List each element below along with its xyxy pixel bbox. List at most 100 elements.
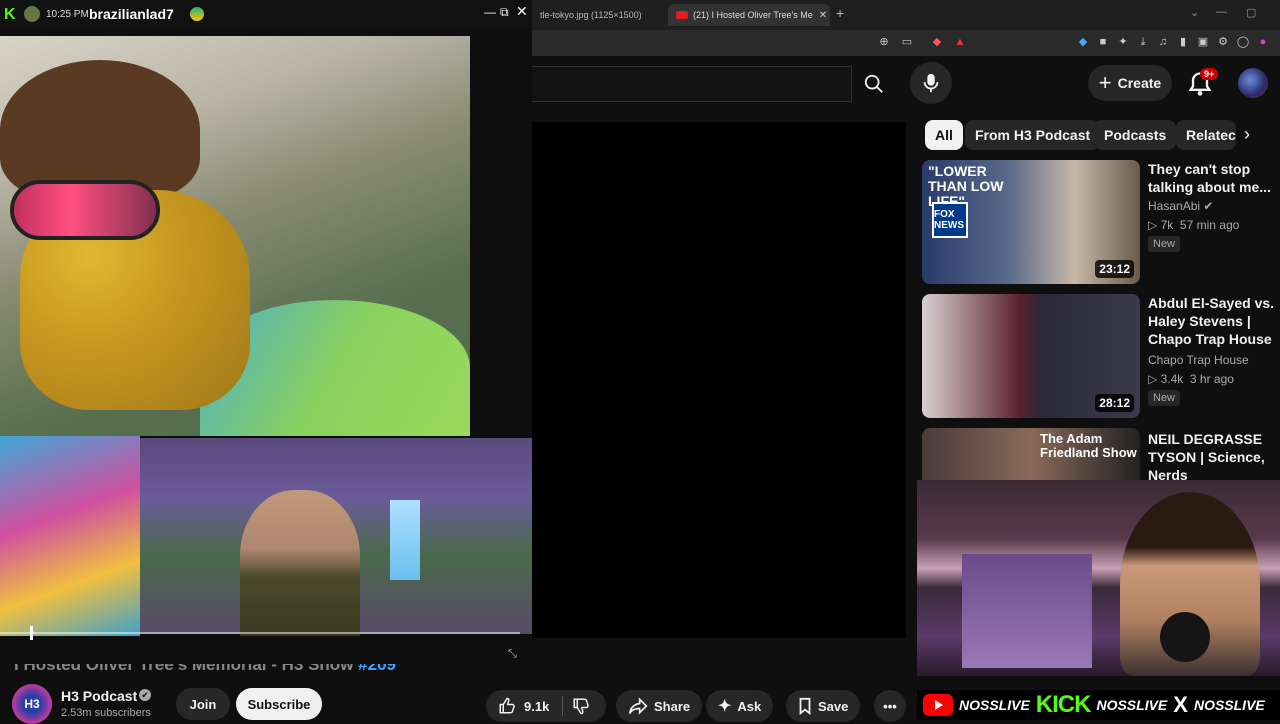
thumbs-up-icon	[499, 697, 515, 714]
puzzle-icon[interactable]: ✦	[1116, 35, 1130, 49]
microphone-icon	[923, 73, 939, 93]
popout-player-window: K 10:25 PM brazilianlad7 — ⧉ ✕ ⤡	[0, 0, 532, 664]
zoom-icon[interactable]: ⊕	[877, 35, 891, 49]
video-player[interactable]	[532, 122, 906, 638]
chevron-right-icon[interactable]: ›	[1244, 124, 1250, 145]
microphone	[1160, 612, 1210, 662]
sidebar-icon[interactable]: ▮	[1176, 35, 1190, 49]
video-metadata: ▷ 3.4k 3 hr ago	[1148, 372, 1234, 386]
video-title-link[interactable]: NEIL DEGRASSE TYSON | Science, Nerds	[1148, 430, 1276, 480]
search-icon	[864, 74, 883, 93]
video-duration: 28:12	[1095, 394, 1134, 412]
voice-search-button[interactable]	[910, 62, 952, 104]
sparkle-icon: ✦	[718, 698, 732, 715]
notification-count-badge: 9+	[1200, 68, 1219, 80]
channel-name-link[interactable]: HasanAbi ✔	[1148, 199, 1213, 213]
video-title-link[interactable]: Abdul El-Sayed vs. Haley Stevens | Chapo…	[1148, 294, 1276, 348]
verified-icon: ✔	[1203, 199, 1214, 213]
upload-age: 57 min ago	[1179, 218, 1240, 232]
chip-all[interactable]: All	[925, 120, 963, 150]
tab-label: (21) I Hosted Oliver Tree's Me	[693, 10, 813, 20]
download-icon[interactable]: ⤓	[1136, 35, 1150, 49]
upload-age: 3 hr ago	[1189, 372, 1234, 386]
plus-icon: +	[1098, 70, 1112, 95]
brave-shields-icon[interactable]: ◆	[930, 35, 944, 49]
x-handle: NOSSLIVE	[1193, 697, 1265, 713]
seek-handle[interactable]	[30, 626, 33, 640]
channel-avatar[interactable]: H3	[12, 684, 52, 724]
maximize-window-icon[interactable]: ▢	[1246, 6, 1256, 19]
view-count: 7k	[1160, 218, 1174, 232]
emote-icon	[190, 7, 204, 21]
like-button[interactable]: 9.1k	[498, 697, 549, 715]
fox-news-logo: FOX NEWS	[932, 202, 968, 238]
address-field[interactable]	[532, 33, 862, 53]
backdrop-waterfall	[390, 500, 420, 580]
chip-related[interactable]: Relatec	[1176, 120, 1236, 150]
like-count: 9.1k	[524, 698, 550, 714]
new-badge: New	[1148, 236, 1181, 252]
subscriber-count: 2.53m subscribers	[61, 707, 151, 719]
browser-tab-image[interactable]: tle-tokyo.jpg (1125×1500)	[532, 4, 667, 26]
media-icon[interactable]: ♫	[1156, 35, 1170, 49]
youtube-favicon-icon	[676, 11, 688, 19]
chip-from-h3-podcast[interactable]: From H3 Podcast	[965, 120, 1101, 150]
join-button[interactable]: Join	[176, 688, 230, 720]
kick-handle: NOSSLIVE	[1096, 697, 1168, 713]
account-avatar[interactable]	[1238, 68, 1268, 98]
view-count: 3.4k	[1160, 372, 1184, 386]
kick-logo-icon: KICK	[1035, 691, 1092, 718]
wall-poster	[962, 554, 1092, 668]
streamer-username: brazilianlad7	[89, 6, 174, 22]
video-title-link[interactable]: They can't stop talking about me...	[1148, 160, 1276, 196]
tab-label: tle-tokyo.jpg (1125×1500)	[540, 10, 642, 20]
close-icon[interactable]: ✕	[516, 3, 528, 20]
wallet-icon[interactable]: ▣	[1196, 35, 1210, 49]
thumbnail-text: The Adam Friedland Show	[1040, 431, 1137, 460]
vpn-icon[interactable]: ◯	[1236, 35, 1250, 49]
ask-button[interactable]: ✦ Ask	[706, 690, 774, 722]
video-subject-hair	[0, 60, 200, 200]
leo-icon[interactable]: ⚙	[1216, 35, 1230, 49]
video-subject-goggles	[10, 180, 160, 240]
tab-list-chevron-icon[interactable]: ⌄	[1190, 6, 1199, 19]
search-input[interactable]	[532, 66, 852, 102]
share-label: Share	[654, 698, 691, 714]
new-badge: New	[1148, 390, 1181, 406]
rewards-icon[interactable]: ▲	[953, 35, 967, 49]
channel-name: HasanAbi	[1148, 199, 1201, 213]
channel-name-link[interactable]: Chapo Trap House	[1148, 353, 1249, 367]
more-horizontal-icon: •••	[883, 698, 897, 714]
profile-icon[interactable]: ●	[1256, 35, 1270, 49]
search-button[interactable]	[852, 64, 896, 104]
cast-icon[interactable]: ▭	[900, 35, 914, 49]
more-actions-button[interactable]: •••	[874, 690, 906, 722]
youtube-handle: NOSSLIVE	[959, 697, 1030, 713]
x-logo-icon: X	[1173, 692, 1188, 717]
share-button[interactable]: Share	[616, 690, 703, 722]
subscribe-button[interactable]: Subscribe	[236, 688, 322, 720]
verified-icon: ✔	[139, 689, 151, 701]
browser-tab-youtube[interactable]: (21) I Hosted Oliver Tree's Me ✕	[668, 4, 830, 26]
thumbs-down-icon[interactable]	[572, 697, 590, 715]
resize-grip-icon[interactable]: ⤡	[508, 648, 530, 662]
play-icon: ▷	[1148, 372, 1161, 386]
create-label: Create	[1117, 75, 1162, 91]
clock-time: 10:25 PM	[46, 9, 89, 20]
chip-podcasts[interactable]: Podcasts	[1094, 120, 1177, 150]
seek-bar[interactable]	[0, 632, 520, 634]
video-thumbnail[interactable]: "LOWER THAN LOW LIFE" FOX NEWS 23:12	[922, 160, 1140, 284]
restore-window-icon[interactable]: ⧉	[500, 5, 509, 20]
extension-icon[interactable]: ■	[1096, 35, 1110, 49]
create-button[interactable]: + Create	[1088, 65, 1172, 101]
video-thumbnail[interactable]: 28:12	[922, 294, 1140, 418]
kick-logo-icon: K	[4, 6, 16, 23]
channel-name-link[interactable]: H3 Podcast	[61, 688, 137, 704]
minimize-window-icon[interactable]: —	[1216, 6, 1227, 18]
new-tab-button[interactable]: +	[836, 5, 844, 21]
save-button[interactable]: Save	[786, 690, 861, 722]
extension-icon[interactable]: ◆	[1076, 35, 1090, 49]
close-tab-icon[interactable]: ✕	[819, 10, 827, 21]
video-thumbnail[interactable]: The Adam Friedland Show	[922, 428, 1140, 480]
minimize-icon[interactable]: —	[484, 5, 496, 19]
